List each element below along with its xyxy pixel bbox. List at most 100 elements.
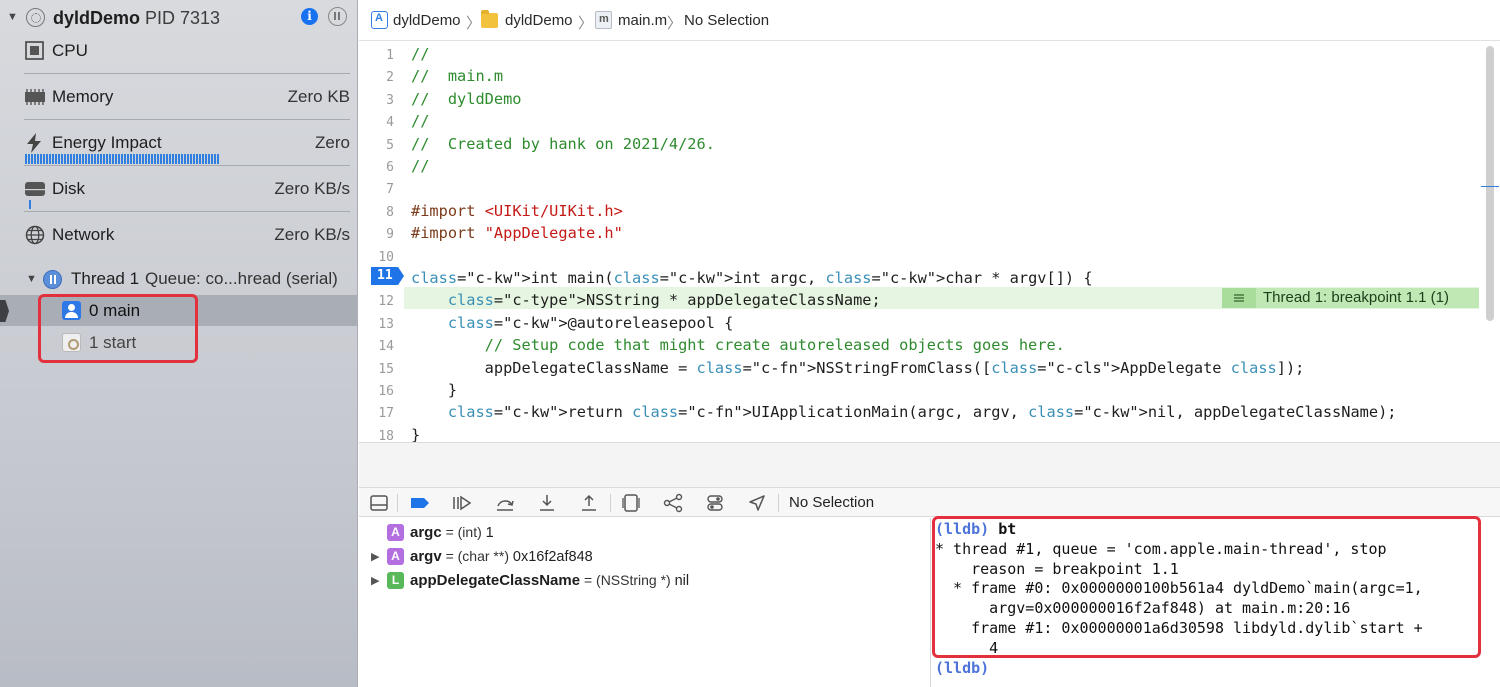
- code-line[interactable]: 14 // Setup code that might create autor…: [359, 335, 1500, 357]
- code-line[interactable]: 4 //: [359, 111, 1500, 133]
- step-out-button[interactable]: [579, 493, 599, 513]
- variable-kind-badge: A: [387, 524, 404, 541]
- code-text: }: [411, 425, 421, 442]
- line-number[interactable]: 18: [359, 429, 394, 442]
- editor-divider[interactable]: [359, 442, 1500, 487]
- energy-bar-segment: [190, 154, 192, 164]
- disclosure-triangle-icon[interactable]: ▼: [7, 11, 18, 23]
- info-icon[interactable]: i: [301, 8, 318, 25]
- environment-overrides-button[interactable]: [705, 493, 725, 513]
- gauge-label: Network: [52, 225, 115, 244]
- breadcrumb-selection[interactable]: No Selection: [684, 12, 769, 29]
- variable-row[interactable]: ▶ LappDelegateClassName = (NSString *) ni…: [359, 570, 931, 592]
- code-line[interactable]: 1 //: [359, 44, 1500, 66]
- energy-bar-segment: [118, 154, 120, 164]
- code-line[interactable]: 3 // dyldDemo: [359, 89, 1500, 111]
- line-number[interactable]: 1: [359, 48, 394, 63]
- line-number[interactable]: 2: [359, 70, 394, 85]
- code-line[interactable]: 12 class="c-type">NSString * appDelegate…: [359, 290, 1500, 312]
- process-icon: [26, 8, 45, 27]
- thread-pause-icon[interactable]: [328, 7, 347, 26]
- code-line[interactable]: 16 }: [359, 380, 1500, 402]
- code-line[interactable]: 5 // Created by hank on 2021/4/26.: [359, 134, 1500, 156]
- debug-memory-graph-button[interactable]: [663, 493, 683, 513]
- step-over-button[interactable]: [495, 493, 515, 513]
- energy-bar-segment: [145, 154, 147, 164]
- line-number[interactable]: 7: [359, 182, 394, 197]
- variables-view[interactable]: Aargc = (int) 1 ▶ Aargv = (char **) 0x16f2…: [359, 518, 931, 687]
- debug-view-hierarchy-button[interactable]: [621, 493, 641, 513]
- bolt-icon: [27, 133, 41, 153]
- line-number[interactable]: 5: [359, 138, 394, 153]
- gauge-energy[interactable]: Energy Impact Zero: [0, 120, 358, 166]
- disclosure-triangle-icon[interactable]: ▶: [371, 574, 379, 587]
- line-number[interactable]: 17: [359, 406, 394, 421]
- line-number[interactable]: 15: [359, 362, 394, 377]
- energy-bar-segment: [103, 154, 105, 164]
- variable-row[interactable]: Aargc = (int) 1: [359, 522, 931, 544]
- variable-type: = (char **): [441, 548, 513, 564]
- breakpoints-toggle-button[interactable]: [410, 493, 430, 513]
- source-editor[interactable]: 11 Thread 1: breakpoint 1.1 (1) 1//2// m…: [359, 41, 1500, 442]
- energy-bar-segment: [166, 154, 168, 164]
- breadcrumb-file[interactable]: main.m: [618, 12, 667, 29]
- code-line[interactable]: 7: [359, 178, 1500, 200]
- chevron-right-icon: 〉: [466, 15, 482, 32]
- memory-icon: [25, 89, 45, 105]
- energy-bar-segment: [97, 154, 99, 164]
- energy-bar-segment: [130, 154, 132, 164]
- code-line[interactable]: 9 #import "AppDelegate.h": [359, 223, 1500, 245]
- variable-value: 0x16f2af848: [512, 549, 593, 565]
- variable-type: = (int): [441, 524, 486, 540]
- variable-kind-badge: L: [387, 572, 404, 589]
- breadcrumb-group[interactable]: dyldDemo: [505, 12, 573, 29]
- gauge-label: CPU: [52, 41, 88, 60]
- debug-bar-selection[interactable]: No Selection: [789, 494, 874, 511]
- console-input-line[interactable]: (lldb): [935, 659, 989, 677]
- step-into-button[interactable]: [537, 493, 557, 513]
- energy-bar-segment: [160, 154, 162, 164]
- code-line[interactable]: 10: [359, 246, 1500, 268]
- hide-debug-area-button[interactable]: [369, 493, 389, 513]
- energy-bar-segment: [100, 154, 102, 164]
- line-number[interactable]: 6: [359, 160, 394, 175]
- line-number[interactable]: 12: [359, 294, 394, 309]
- code-line[interactable]: 17 class="c-kw">return class="c-fn">UIAp…: [359, 402, 1500, 424]
- variable-value: nil: [674, 573, 690, 589]
- energy-bar-segment: [31, 154, 33, 164]
- code-text: // Created by hank on 2021/4/26.: [411, 134, 715, 153]
- energy-bar-segment: [106, 154, 108, 164]
- variable-row[interactable]: ▶ Aargv = (char **) 0x16f2af848: [359, 546, 931, 568]
- continue-button[interactable]: [452, 493, 472, 513]
- code-line[interactable]: 2 // main.m: [359, 66, 1500, 88]
- code-line[interactable]: 11class="c-kw">int main(class="c-kw">int…: [359, 268, 1500, 290]
- breadcrumb-project[interactable]: dyldDemo: [393, 12, 461, 29]
- gauge-cpu[interactable]: CPU: [0, 28, 358, 74]
- code-line[interactable]: 8 #import <UIKit/UIKit.h>: [359, 201, 1500, 223]
- energy-bar-segment: [205, 154, 207, 164]
- annotation-highlight-box: [932, 516, 1481, 658]
- line-number[interactable]: 10: [359, 250, 394, 265]
- code-line[interactable]: 18}: [359, 425, 1500, 442]
- line-number[interactable]: 4: [359, 115, 394, 130]
- line-number[interactable]: 9: [359, 227, 394, 242]
- line-number[interactable]: 8: [359, 205, 394, 220]
- code-text: class="c-kw">int main(class="c-kw">int a…: [411, 269, 1093, 287]
- line-number[interactable]: 16: [359, 384, 394, 399]
- annotation-highlight-box: [38, 294, 198, 363]
- simulate-location-button[interactable]: [747, 493, 767, 513]
- code-line[interactable]: 13 class="c-kw">@autoreleasepool {: [359, 313, 1500, 335]
- disclosure-triangle-icon[interactable]: ▶: [371, 550, 379, 563]
- line-number[interactable]: 14: [359, 339, 394, 354]
- energy-bar-segment: [73, 154, 75, 164]
- gauge-disk[interactable]: Disk Zero KB/s: [0, 166, 358, 212]
- line-number[interactable]: 3: [359, 93, 394, 108]
- code-line[interactable]: 15 appDelegateClassName = class="c-fn">N…: [359, 358, 1500, 380]
- disclosure-triangle-icon[interactable]: ▼: [26, 273, 37, 285]
- energy-bar-segment: [55, 154, 57, 164]
- gauge-label: Memory: [52, 87, 114, 106]
- code-line[interactable]: 6 //: [359, 156, 1500, 178]
- line-number[interactable]: 13: [359, 317, 394, 332]
- gauge-network[interactable]: Network Zero KB/s: [0, 212, 358, 258]
- gauge-memory[interactable]: Memory Zero KB: [0, 74, 358, 120]
